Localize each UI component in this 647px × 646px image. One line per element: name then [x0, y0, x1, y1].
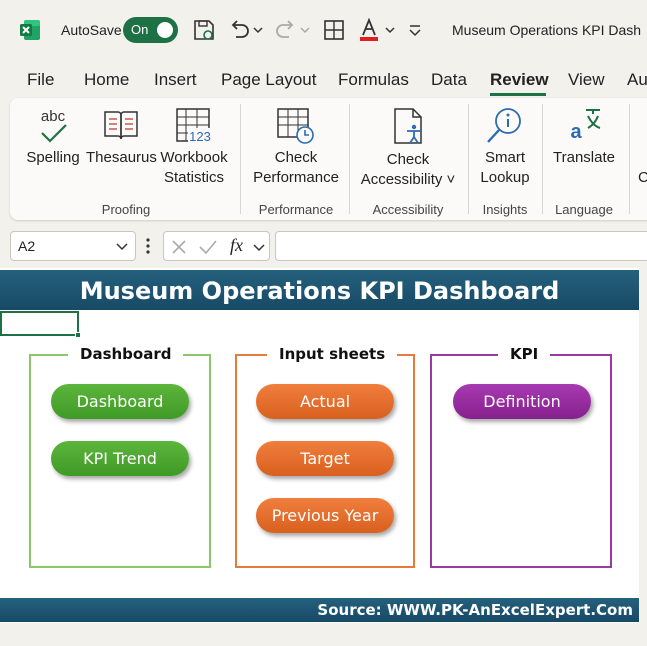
check-accessibility-button[interactable]: Check Accessibility ˅ — [354, 104, 462, 194]
smart-lookup-button[interactable]: Smart Lookup — [474, 104, 536, 194]
group-title-dashboard: Dashboard — [68, 345, 184, 363]
fill-handle[interactable] — [75, 332, 81, 338]
workbook-statistics-label-2: Statistics — [163, 169, 224, 186]
formula-input[interactable] — [275, 231, 647, 261]
actual-button[interactable]: Actual — [256, 384, 394, 419]
group-title-input-sheets: Input sheets — [267, 345, 398, 363]
active-tab-indicator — [490, 93, 546, 96]
font-color-icon[interactable] — [355, 16, 383, 44]
undo-dropdown-icon[interactable] — [251, 16, 265, 44]
translate-icon: a — [570, 109, 601, 143]
group-label-accessibility: Accessibility — [372, 202, 444, 217]
ribbon-separator — [349, 104, 350, 214]
target-button[interactable]: Target — [256, 441, 394, 476]
tab-automate[interactable]: Au — [627, 70, 647, 90]
definition-button[interactable]: Definition — [453, 384, 591, 419]
kpi-trend-button[interactable]: KPI Trend — [51, 441, 189, 476]
thesaurus-icon — [104, 111, 138, 140]
spelling-label: Spelling — [26, 149, 80, 166]
excel-app-icon — [20, 20, 40, 40]
translate-label: Translate — [553, 149, 615, 166]
tab-home[interactable]: Home — [84, 70, 129, 90]
redo-icon[interactable] — [272, 16, 300, 44]
ribbon-tabs: File Home Insert Page Layout Formulas Da… — [0, 62, 647, 98]
spelling-icon-text: abc — [41, 108, 66, 125]
check-performance-label-1: Check — [274, 149, 318, 166]
ribbon-separator — [468, 104, 469, 214]
more-options-icon[interactable] — [146, 237, 150, 255]
selected-cell[interactable] — [0, 311, 79, 336]
worksheet: Museum Operations KPI Dashboard Dashboar… — [0, 268, 639, 623]
workbook-statistics-label-1: Workbook — [160, 149, 228, 166]
ribbon-separator — [240, 104, 241, 214]
toggle-knob — [157, 22, 173, 38]
tab-page-layout[interactable]: Page Layout — [221, 70, 316, 90]
check-performance-button[interactable]: Check Performance — [248, 104, 344, 194]
tab-formulas[interactable]: Formulas — [338, 70, 409, 90]
font-color-dropdown-icon[interactable] — [383, 16, 397, 44]
tab-data[interactable]: Data — [431, 70, 467, 90]
check-performance-icon — [277, 108, 314, 144]
group-label-proofing: Proofing — [101, 202, 151, 217]
translate-button[interactable]: a Translate — [548, 104, 620, 180]
dashboard-header: Museum Operations KPI Dashboard — [0, 270, 639, 310]
tab-insert[interactable]: Insert — [154, 70, 197, 90]
group-label-language: Language — [555, 202, 613, 217]
source-credit: Source: WWW.PK-AnExcelExpert.Com — [317, 601, 633, 619]
autosave-state: On — [131, 22, 149, 37]
smart-lookup-label-2: Lookup — [480, 169, 530, 186]
smart-lookup-icon — [487, 108, 521, 143]
ribbon-separator — [629, 104, 630, 214]
page-title: Museum Operations KPI Dashboard — [79, 277, 560, 305]
thesaurus-label: Thesaurus — [86, 149, 157, 166]
previous-year-button[interactable]: Previous Year — [256, 498, 394, 533]
title-bar: AutoSave On Museum Operations KPI Dash — [0, 0, 647, 62]
enter-check-icon[interactable] — [198, 238, 218, 256]
workbook-statistics-icon-text: 123 — [189, 129, 211, 144]
tab-review[interactable]: Review — [490, 70, 549, 90]
redo-dropdown-icon[interactable] — [298, 16, 312, 44]
group-title-kpi: KPI — [498, 345, 551, 363]
group-label-insights: Insights — [482, 202, 528, 217]
chevron-down-icon[interactable] — [252, 240, 266, 254]
thesaurus-button[interactable]: Thesaurus — [86, 104, 157, 180]
workbook-statistics-icon: 123 — [176, 108, 213, 144]
autosave-label: AutoSave — [61, 22, 122, 38]
group-label-performance: Performance — [258, 202, 334, 217]
spelling-icon: abc — [41, 108, 67, 143]
customize-toolbar-icon[interactable] — [404, 16, 426, 44]
name-box-value: A2 — [18, 238, 36, 254]
ribbon-separator — [542, 104, 543, 214]
tab-view[interactable]: View — [568, 70, 605, 90]
dashboard-footer: Source: WWW.PK-AnExcelExpert.Com — [0, 598, 639, 622]
spelling-button[interactable]: abc Spelling — [22, 104, 84, 180]
insert-function-icon[interactable]: fx — [230, 235, 243, 256]
dashboard-button[interactable]: Dashboard — [51, 384, 189, 419]
next-group-command-cut[interactable]: C — [638, 168, 647, 188]
check-accessibility-label-2: Accessibility ˅ — [360, 171, 456, 188]
name-box[interactable]: A2 — [10, 231, 136, 261]
autosave-toggle[interactable]: On — [123, 17, 178, 43]
svg-text:a: a — [570, 121, 582, 143]
chevron-down-icon[interactable] — [115, 239, 129, 253]
formula-buttons: fx — [163, 231, 270, 261]
borders-icon[interactable] — [320, 16, 348, 44]
group-kpi: KPI Definition — [430, 345, 612, 568]
group-dashboard: Dashboard Dashboard KPI Trend — [29, 345, 211, 568]
workbook-statistics-button[interactable]: 123 Workbook Statistics — [158, 104, 230, 194]
save-icon[interactable] — [190, 16, 218, 44]
undo-icon[interactable] — [225, 16, 253, 44]
group-input-sheets: Input sheets Actual Target Previous Year — [235, 345, 415, 568]
cancel-icon[interactable] — [170, 238, 188, 256]
check-accessibility-icon — [394, 108, 422, 144]
tab-file[interactable]: File — [27, 70, 54, 90]
check-accessibility-label-1: Check — [386, 151, 430, 168]
ribbon-review: abc Spelling Thesaurus 123 Workbook Stat… — [10, 98, 647, 220]
smart-lookup-label-1: Smart — [484, 149, 525, 166]
check-performance-label-2: Performance — [253, 169, 339, 186]
window-title: Museum Operations KPI Dash — [452, 22, 642, 38]
